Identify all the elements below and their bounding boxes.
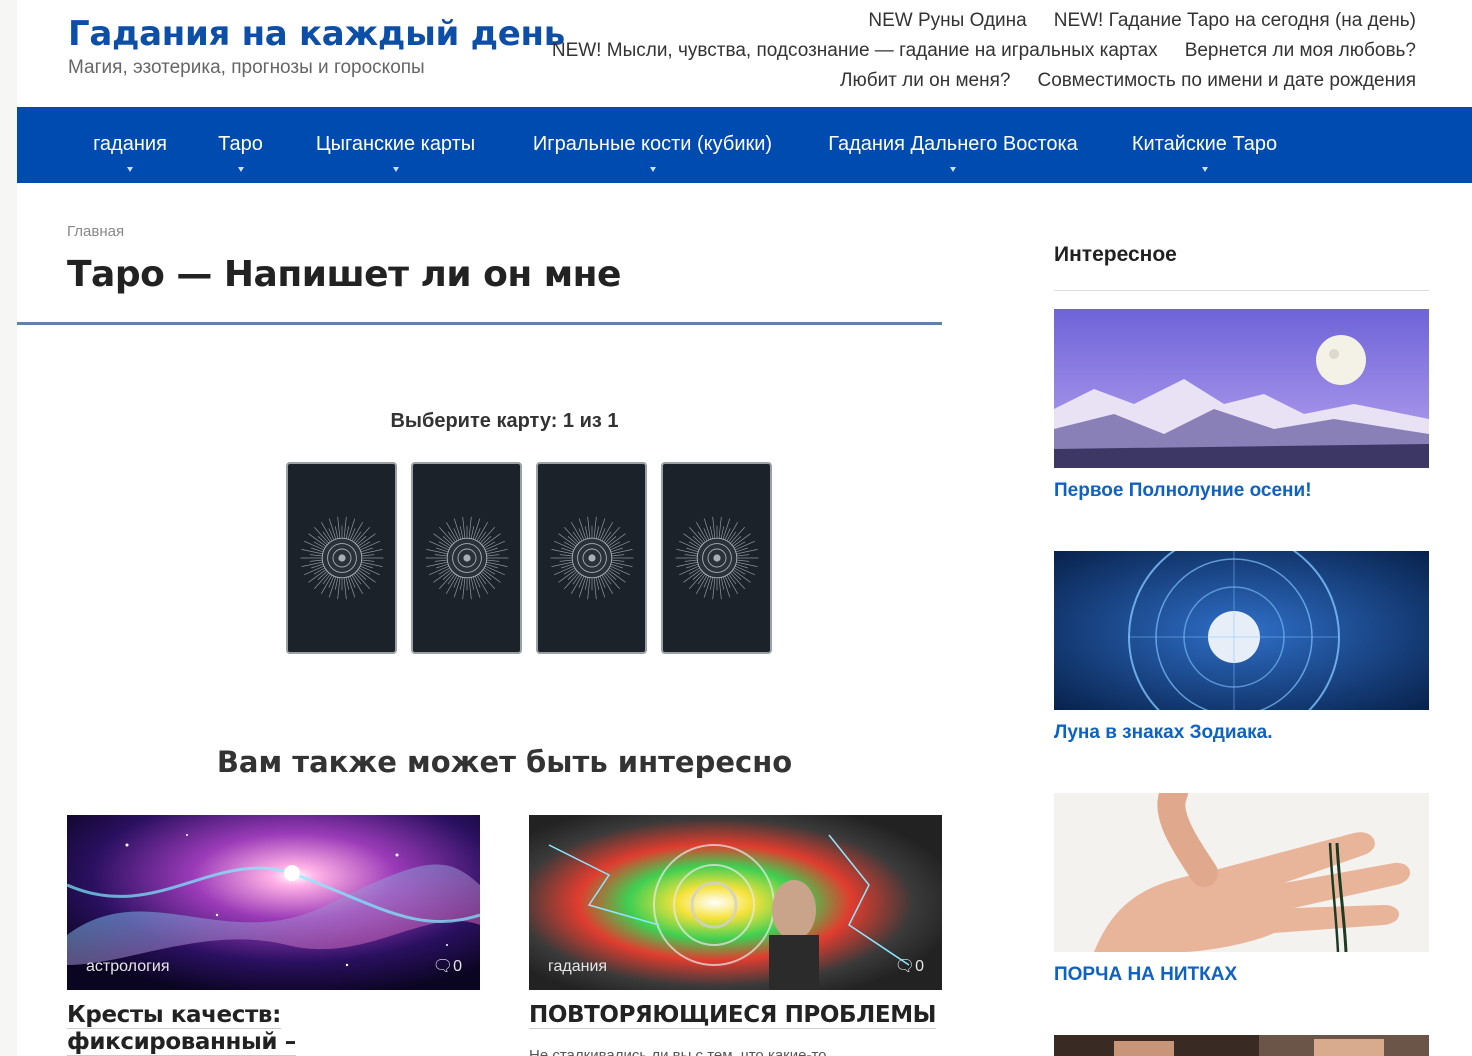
sun-emblem-icon <box>300 516 383 600</box>
nav-item-dice[interactable]: Игральные кости (кубики) <box>529 107 776 183</box>
related-post-title[interactable]: Кресты качеств: фиксированный – устойчив… <box>67 1002 480 1056</box>
related-post[interactable]: астрология 🗨︎0 Кресты качеств: фиксирова… <box>67 815 480 1056</box>
nav-item-label: Китайские Таро <box>1131 133 1278 155</box>
sun-emblem-icon <box>550 516 633 600</box>
caret-down-icon <box>1201 167 1208 172</box>
nav-item-far-east[interactable]: Гадания Дальнего Востока <box>826 107 1080 183</box>
sidebar-thumbnail[interactable] <box>1054 309 1429 468</box>
top-link-tarot-day[interactable]: NEW! Гадание Таро на сегодня (на день) <box>1054 6 1416 36</box>
sidebar-thumbnail[interactable] <box>1054 1035 1429 1056</box>
sun-emblem-icon <box>425 516 508 600</box>
page: Гадания на каждый день Магия, эзотерика,… <box>17 0 1472 1056</box>
related-heading: Вам также может быть интересно <box>216 745 793 779</box>
top-link-love-return[interactable]: Вернется ли моя любовь? <box>1185 36 1416 66</box>
comment-icon: 🗨︎ <box>894 958 916 975</box>
top-link-runes[interactable]: NEW Руны Одина <box>868 6 1026 36</box>
title-divider <box>17 322 942 325</box>
nav-item-label: Игральные кости (кубики) <box>532 133 773 155</box>
comment-count-value: 0 <box>453 958 462 975</box>
comment-icon: 🗨︎ <box>432 958 454 975</box>
related-post-excerpt: Не сталкивались ли вы с тем, что какие-т… <box>529 1047 827 1056</box>
sidebar-heading: Интересное <box>1054 243 1177 266</box>
top-link-loves-me[interactable]: Любит ли он меня? <box>840 66 1011 96</box>
nav-item-label: гадания <box>93 133 167 155</box>
category-link[interactable]: астрология <box>86 958 170 976</box>
nav-item-gadaniya[interactable]: гадания <box>92 107 168 183</box>
full-moon-mountains-image <box>1054 309 1429 468</box>
top-link-compatibility[interactable]: Совместимость по имени и дате рождения <box>1037 66 1416 96</box>
related-post-title[interactable]: ПОВТОРЯЮЩИЕСЯ ПРОБЛЕМЫ <box>529 1002 942 1029</box>
page-title: Таро — Напишет ли он мне <box>67 254 621 295</box>
sidebar-thumbnail[interactable] <box>1054 793 1429 952</box>
comment-count[interactable]: 🗨︎0 <box>433 956 462 976</box>
sidebar-post[interactable] <box>1054 1035 1429 1056</box>
comment-count[interactable]: 🗨︎0 <box>895 956 924 976</box>
related-post[interactable]: гадания 🗨︎0 ПОВТОРЯЮЩИЕСЯ ПРОБЛЕМЫ Не ст… <box>529 815 942 1056</box>
sidebar-post[interactable]: Луна в знаках Зодиака. <box>1054 551 1429 744</box>
nav-item-label: Гадания Дальнего Востока <box>828 133 1078 155</box>
sidebar-post-title[interactable]: ПОРЧА НА НИТКАХ <box>1054 964 1429 986</box>
tarot-card-back[interactable] <box>286 462 397 654</box>
nav-item-chinese-tarot[interactable]: Китайские Таро <box>1130 107 1279 183</box>
sidebar-post-title[interactable]: Первое Полнолуние осени! <box>1054 480 1429 502</box>
caret-down-icon <box>950 167 956 172</box>
sidebar-thumbnail[interactable] <box>1054 551 1429 710</box>
nav-item-gypsy-cards[interactable]: Цыганские карты <box>312 107 479 183</box>
tarot-card-back[interactable] <box>411 462 522 654</box>
tarot-card-back[interactable] <box>661 462 772 654</box>
breadcrumb[interactable]: Главная <box>67 223 124 240</box>
site-title[interactable]: Гадания на каждый день <box>68 14 565 54</box>
sidebar-divider <box>1054 290 1429 291</box>
related-post-title-text: ПОВТОРЯЮЩИЕСЯ ПРОБЛЕМЫ <box>529 1002 937 1029</box>
nav-item-tarot[interactable]: Таро <box>218 107 263 183</box>
related-post-title-text: Кресты качеств: фиксированный – устойчив… <box>67 1002 439 1056</box>
main-nav: гадания Таро Цыганские карты Игральные к… <box>17 107 1472 183</box>
caret-down-icon <box>127 167 133 172</box>
choose-card-label: Выберите карту: 1 из 1 <box>390 410 619 432</box>
related-thumbnail[interactable]: астрология 🗨︎0 <box>67 815 480 990</box>
top-links-menu: NEW Руны Одина NEW! Гадание Таро на сегод… <box>516 6 1416 96</box>
caret-down-icon <box>237 167 244 172</box>
nav-item-label: Таро <box>218 133 263 155</box>
sidebar-post[interactable]: Первое Полнолуние осени! <box>1054 309 1429 502</box>
category-link[interactable]: гадания <box>548 958 607 976</box>
related-thumbnail[interactable]: гадания 🗨︎0 <box>529 815 942 990</box>
comment-count-value: 0 <box>915 958 924 975</box>
tarot-cards <box>286 462 776 654</box>
hand-with-thread-image <box>1054 793 1429 952</box>
sidebar-post[interactable]: ПОРЧА НА НИТКАХ <box>1054 793 1429 986</box>
top-link-playing-cards[interactable]: NEW! Мысли, чувства, подсознание — гадан… <box>552 36 1158 66</box>
tarot-card-back[interactable] <box>536 462 647 654</box>
sidebar-post-title[interactable]: Луна в знаках Зодиака. <box>1054 722 1429 744</box>
caret-down-icon <box>392 167 399 172</box>
nav-item-label: Цыганские карты <box>315 133 476 155</box>
sidebar-image-partial <box>1054 1035 1429 1056</box>
zodiac-wheel-image <box>1054 551 1429 710</box>
caret-down-icon <box>649 167 656 172</box>
sun-emblem-icon <box>675 516 758 600</box>
site-tagline: Магия, эзотерика, прогнозы и гороскопы <box>68 57 425 78</box>
